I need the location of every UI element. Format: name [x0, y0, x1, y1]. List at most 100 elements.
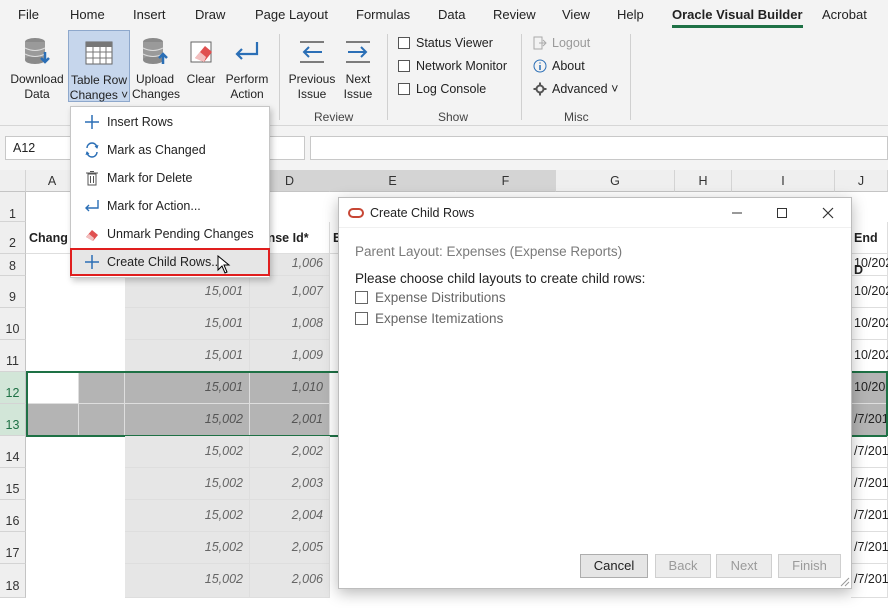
table-cell[interactable]: /7/201	[851, 468, 888, 500]
column-header-i[interactable]: I	[732, 170, 835, 192]
table-cell[interactable]: 2,004	[250, 500, 330, 532]
row-header[interactable]: 16	[0, 500, 26, 532]
tab-page-layout[interactable]: Page Layout	[255, 7, 328, 22]
resize-grip-icon[interactable]	[840, 577, 850, 587]
log-console-checkbox[interactable]: Log Console	[398, 82, 486, 96]
close-button[interactable]	[812, 202, 844, 224]
table-cell[interactable]: 10/202	[851, 308, 888, 340]
formula-input[interactable]	[310, 136, 888, 160]
row-header[interactable]: 1	[0, 192, 26, 222]
row-header[interactable]: 15	[0, 468, 26, 500]
table-cell[interactable]: 1,008	[250, 308, 330, 340]
table-cell[interactable]	[26, 404, 79, 436]
table-cell[interactable]: 2,002	[250, 436, 330, 468]
select-all-corner[interactable]	[0, 170, 26, 192]
back-button[interactable]: Back	[655, 554, 711, 578]
menu-item-insert-rows[interactable]: Insert Rows	[71, 109, 269, 135]
status-viewer-checkbox[interactable]: Status Viewer	[398, 36, 493, 50]
tab-view[interactable]: View	[562, 7, 590, 22]
maximize-button[interactable]	[766, 202, 798, 224]
option-expense-distributions[interactable]: Expense Distributions	[355, 290, 645, 305]
checkbox-box	[398, 83, 410, 95]
row-header[interactable]: 8	[0, 254, 26, 276]
table-cell[interactable]: 2,003	[250, 468, 330, 500]
option-label: Expense Distributions	[375, 290, 506, 305]
table-cell[interactable]	[79, 404, 125, 436]
menu-item-mark-changed[interactable]: Mark as Changed	[71, 137, 269, 163]
row-header[interactable]: 18	[0, 564, 26, 598]
minimize-button[interactable]	[721, 202, 753, 224]
table-cell[interactable]: 10/202	[851, 372, 888, 404]
previous-issue-button[interactable]: Previous Issue	[286, 30, 338, 102]
menu-item-mark-action[interactable]: Mark for Action...	[71, 193, 269, 219]
tab-acrobat[interactable]: Acrobat	[822, 7, 867, 22]
table-cell[interactable]: 15,001	[125, 276, 250, 308]
table-cell[interactable]: 1,007	[250, 276, 330, 308]
table-cell[interactable]: 15,002	[125, 468, 250, 500]
tab-help[interactable]: Help	[617, 7, 644, 22]
tab-review[interactable]: Review	[493, 7, 536, 22]
table-cell[interactable]: 2,001	[250, 404, 330, 436]
row-header[interactable]: 9	[0, 276, 26, 308]
upload-changes-button[interactable]: Upload Changes	[132, 30, 180, 102]
table-cell[interactable]: 15,002	[125, 564, 250, 598]
row-header-selected[interactable]: 12	[0, 372, 26, 404]
row-header[interactable]: 11	[0, 340, 26, 372]
active-cell[interactable]	[26, 372, 79, 404]
column-header-f[interactable]: F	[456, 170, 556, 192]
finish-button[interactable]: Finish	[778, 554, 841, 578]
row-header[interactable]: 17	[0, 532, 26, 564]
table-cell[interactable]: 15,002	[125, 436, 250, 468]
table-cell[interactable]: 15,002	[125, 500, 250, 532]
next-button[interactable]: Next	[716, 554, 772, 578]
tab-formulas[interactable]: Formulas	[356, 7, 410, 22]
table-cell[interactable]: /7/201	[851, 436, 888, 468]
table-cell[interactable]: 1,010	[250, 372, 330, 404]
row-header[interactable]: 14	[0, 436, 26, 468]
table-cell[interactable]: 10/202	[851, 276, 888, 308]
table-cell[interactable]: 15,001	[125, 308, 250, 340]
row-header[interactable]: 10	[0, 308, 26, 340]
table-cell[interactable]: /7/201	[851, 500, 888, 532]
table-cell[interactable]: 2,005	[250, 532, 330, 564]
cancel-button[interactable]: Cancel	[580, 554, 648, 578]
menu-item-unmark-pending[interactable]: Unmark Pending Changes	[71, 221, 269, 247]
about-button[interactable]: About	[533, 59, 585, 73]
next-issue-button[interactable]: Next Issue	[338, 30, 378, 102]
tab-draw[interactable]: Draw	[195, 7, 225, 22]
table-cell[interactable]: 15,001	[125, 372, 250, 404]
perform-action-button[interactable]: Perform Action	[222, 30, 272, 102]
table-cell[interactable]	[79, 372, 125, 404]
table-cell[interactable]: 15,002	[125, 532, 250, 564]
table-cell[interactable]: 15,001	[125, 340, 250, 372]
row-header[interactable]: 2	[0, 222, 26, 254]
table-cell[interactable]: 2,006	[250, 564, 330, 598]
clear-button[interactable]: Clear	[182, 30, 220, 102]
menu-item-create-child-rows[interactable]: Create Child Rows...	[70, 248, 270, 276]
column-header-g[interactable]: G	[556, 170, 675, 192]
menu-item-mark-delete[interactable]: Mark for Delete	[71, 165, 269, 191]
column-header-e[interactable]: E	[330, 170, 456, 192]
logout-button[interactable]: Logout	[533, 36, 590, 50]
column-header-h[interactable]: H	[675, 170, 732, 192]
tab-oracle-visual-builder[interactable]: Oracle Visual Builder	[672, 7, 803, 28]
header-cell-end-date[interactable]: End D	[851, 222, 888, 277]
table-cell[interactable]: 15,002	[125, 404, 250, 436]
table-cell[interactable]: /7/201	[851, 564, 888, 598]
tab-data[interactable]: Data	[438, 7, 465, 22]
table-cell[interactable]: 1,009	[250, 340, 330, 372]
advanced-dropdown[interactable]: Advanced ˅	[533, 82, 618, 96]
row-header-selected[interactable]: 13	[0, 404, 26, 436]
tab-insert[interactable]: Insert	[133, 7, 166, 22]
table-cell[interactable]: 10/202	[851, 254, 888, 276]
option-expense-itemizations[interactable]: Expense Itemizations	[355, 311, 645, 326]
tab-file[interactable]: File	[18, 7, 39, 22]
table-cell[interactable]: 10/202	[851, 340, 888, 372]
column-header-j[interactable]: J	[835, 170, 888, 192]
tab-home[interactable]: Home	[70, 7, 105, 22]
table-cell[interactable]: /7/201	[851, 532, 888, 564]
table-cell[interactable]: /7/201	[851, 404, 888, 436]
table-row-changes-button[interactable]: Table Row Changes ˅	[68, 30, 130, 102]
network-monitor-checkbox[interactable]: Network Monitor	[398, 59, 507, 73]
download-data-button[interactable]: Download Data	[6, 30, 68, 102]
